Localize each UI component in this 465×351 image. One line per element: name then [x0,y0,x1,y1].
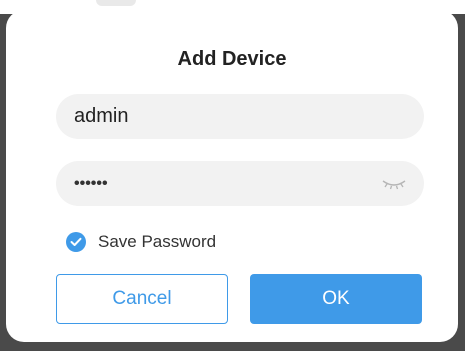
cancel-button[interactable]: Cancel [56,274,228,324]
eye-closed-icon[interactable] [380,175,408,193]
background-pill [96,0,136,6]
save-password-row[interactable]: Save Password [66,232,216,252]
checkmark-icon [70,237,82,246]
password-field[interactable]: •••••• [56,161,424,206]
dialog-title: Add Device [177,48,287,70]
ok-button[interactable]: OK [250,274,422,324]
add-device-dialog: Add Device admin •••••• Save Password Ca… [6,10,458,342]
save-password-label: Save Password [98,232,217,251]
username-value: admin [74,105,129,127]
password-masked-value: •••••• [74,174,108,192]
username-field[interactable]: admin [56,94,424,139]
save-password-checkbox[interactable] [66,232,86,252]
